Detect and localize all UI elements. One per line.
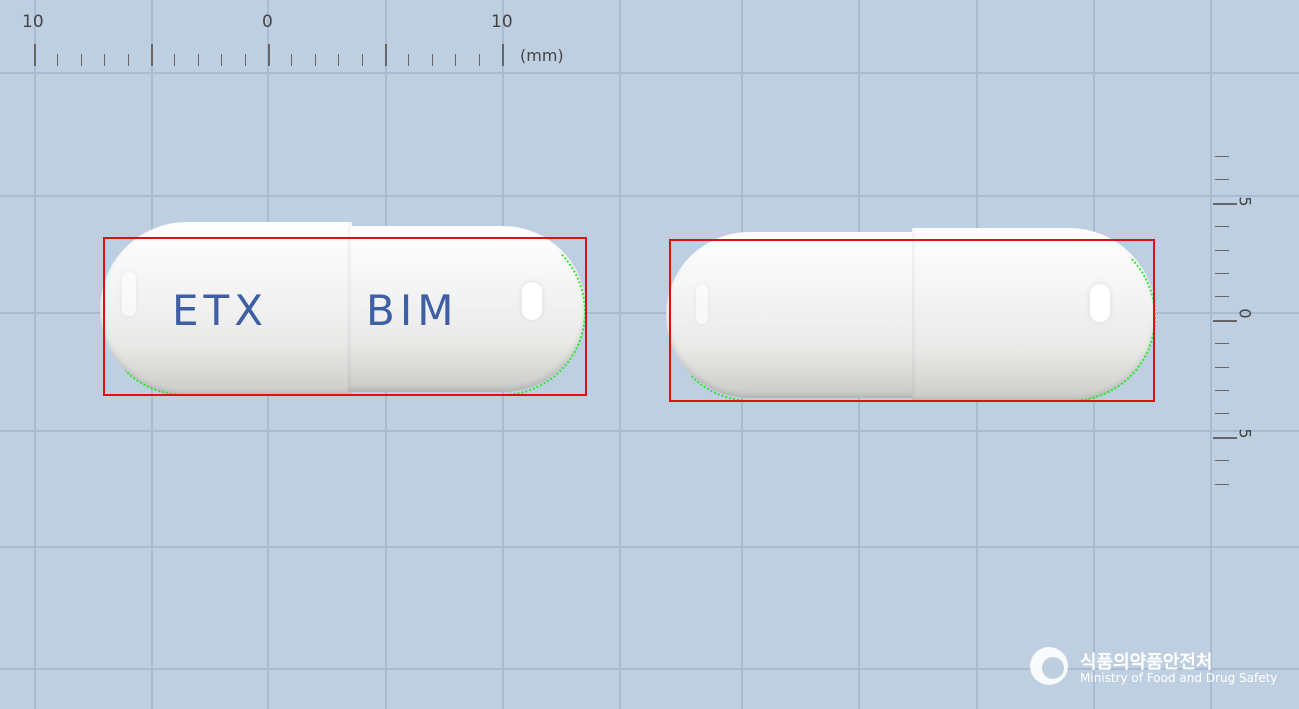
ruler-tick [1215,483,1229,485]
ruler-tick [1213,436,1237,439]
ruler-tick [408,54,410,66]
ruler-tick [34,44,36,66]
ruler-tick [1215,249,1229,251]
ruler-tick [151,44,153,66]
ruler-tick [455,54,457,66]
ruler-tick [104,54,106,66]
ruler-label: 10 [491,12,513,32]
ruler-tick [1213,319,1237,322]
ruler-tick [197,54,199,66]
ruler-tick [338,54,340,66]
ruler-label: 0 [1235,308,1255,319]
ruler-tick [1215,273,1229,274]
ruler-tick [1215,460,1229,462]
grid-line [0,546,1299,548]
ruler-tick [57,54,59,66]
ruler-tick [1215,343,1229,345]
ruler-tick [1215,296,1229,298]
right-ruler: 5 0 5 [1195,140,1285,500]
ruler-label: 0 [262,12,273,32]
bounding-box [103,237,587,396]
grid-line [0,195,1299,197]
grid-line [34,0,36,709]
top-ruler: 10 0 10 (mm) [0,0,600,75]
grid-line [619,0,621,709]
ruler-tick [174,54,176,66]
mfds-logo: 식품의약품안전처 Ministry of Food and Drug Safet… [1028,645,1288,693]
ruler-unit: (mm) [520,46,564,65]
ruler-tick [431,54,433,66]
mfds-emblem-icon [1030,647,1068,685]
ruler-tick [1215,156,1229,157]
ruler-label: 5 [1235,196,1255,207]
bounding-box [669,239,1155,402]
ruler-tick [268,44,270,66]
ruler-tick [478,54,480,66]
ruler-tick [1215,226,1229,228]
ruler-tick [221,54,223,66]
ruler-tick [80,54,82,66]
ruler-tick [361,54,363,66]
ruler-tick [502,44,504,66]
logo-name-english: Ministry of Food and Drug Safety [1080,671,1278,685]
ruler-tick [1215,179,1229,181]
ruler-tick [1213,202,1237,205]
ruler-tick [127,54,129,66]
ruler-tick [244,54,246,66]
ruler-label: 5 [1235,428,1255,439]
ruler-tick [1215,413,1229,415]
ruler-tick [1215,390,1229,391]
ruler-tick [385,44,387,66]
ruler-label: 10 [22,12,44,32]
grid-line [0,430,1299,432]
ruler-tick [1215,366,1229,368]
ruler-tick [314,54,316,66]
ruler-tick [291,54,293,66]
